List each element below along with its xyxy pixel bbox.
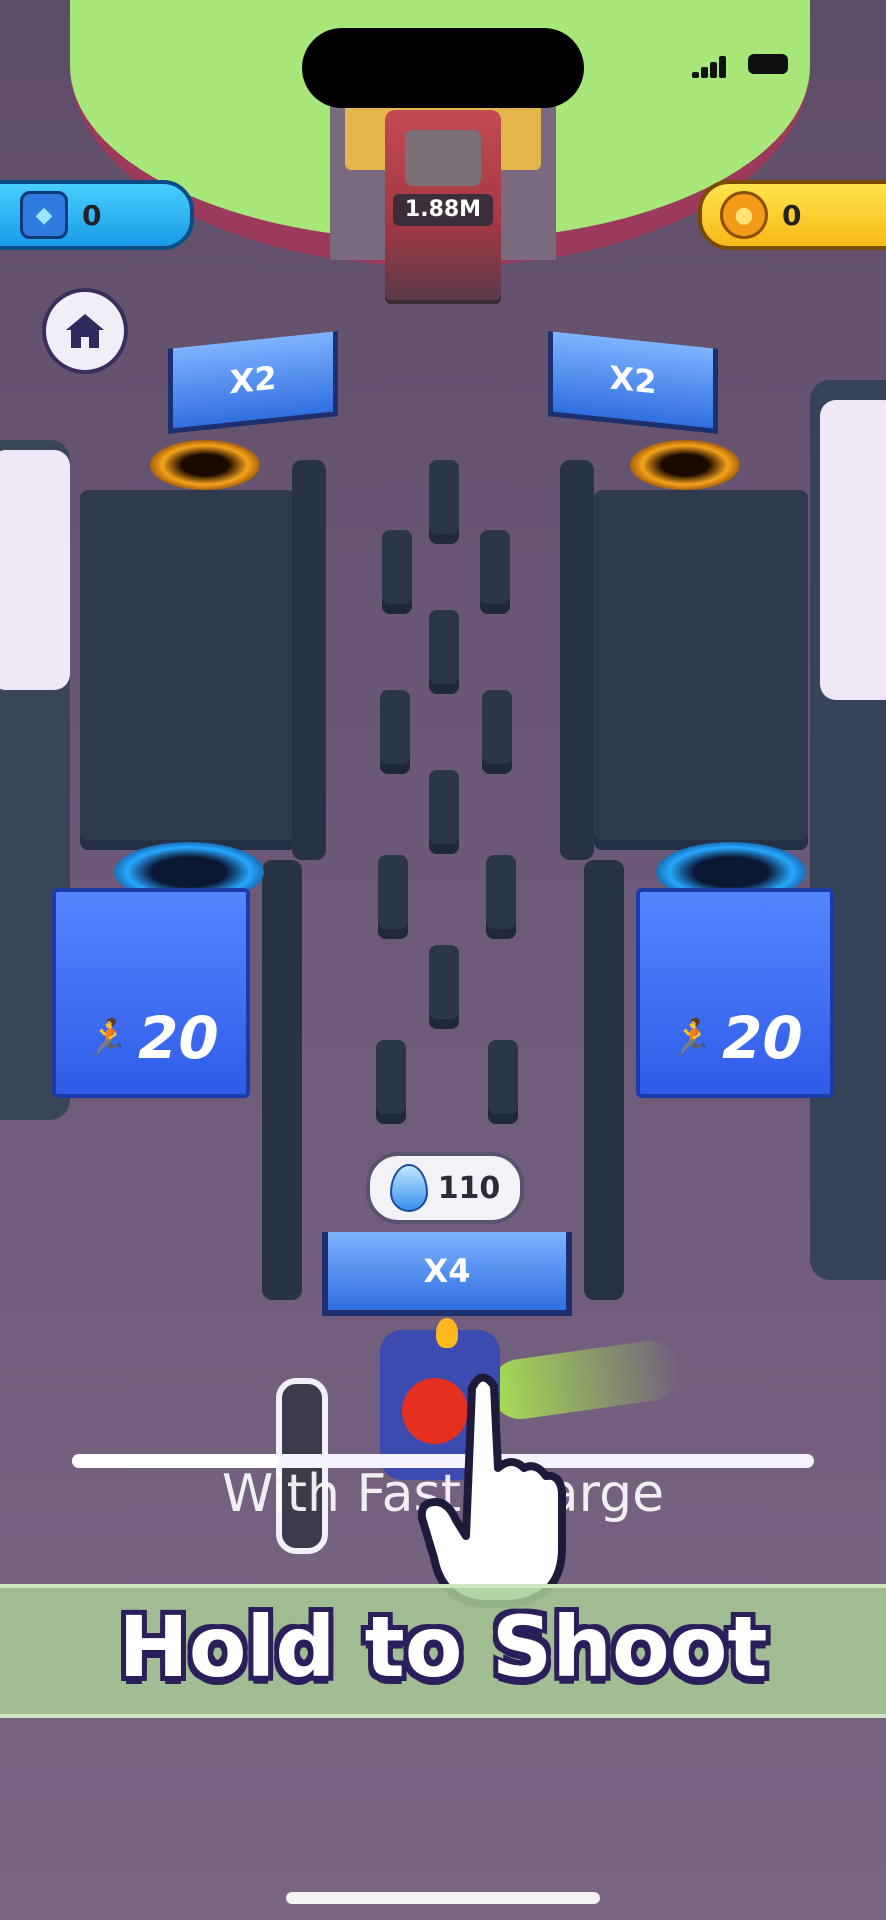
peg — [429, 770, 459, 854]
peg — [429, 460, 459, 544]
peg — [480, 530, 510, 614]
peg — [429, 610, 459, 694]
peg — [482, 690, 512, 774]
signal-icon — [692, 56, 726, 78]
people-icon: 🏃 — [83, 1018, 129, 1059]
coin-icon: ● — [720, 191, 768, 239]
gate-right: X2 — [548, 331, 718, 434]
tower-turret — [405, 130, 481, 186]
slab-left — [80, 490, 296, 850]
fire-portal-right — [630, 440, 740, 490]
cost-value: 110 — [437, 1170, 501, 1206]
peg — [380, 690, 410, 774]
peg — [378, 855, 408, 939]
coins-counter[interactable]: ● 0 — [698, 180, 886, 250]
tower-hp-label: 1.88M — [393, 194, 493, 226]
people-icon: 🏃 — [667, 1018, 713, 1059]
peg — [382, 530, 412, 614]
right-cliff-snow — [820, 400, 886, 700]
gems-value: 0 — [82, 198, 102, 232]
coins-value: 0 — [782, 198, 802, 232]
battery-icon — [748, 54, 788, 74]
gate-center: X4 — [322, 1232, 572, 1316]
peg — [488, 1040, 518, 1124]
wall-right-upper — [560, 460, 594, 860]
fuse-flame — [436, 1318, 458, 1348]
wall-left-lower — [262, 860, 302, 1300]
egg-icon — [389, 1164, 428, 1212]
hold-to-shoot-title: Hold to Shoot — [118, 1598, 768, 1696]
pointing-hand-icon — [417, 1373, 566, 1608]
fire-portal-left — [150, 440, 260, 490]
wall-left-upper — [292, 460, 326, 860]
gate-left: X2 — [168, 331, 338, 434]
device-notch — [302, 28, 584, 108]
gem-icon: ◆ — [20, 191, 68, 239]
crate-right-count: 20 — [722, 1004, 803, 1072]
home-button[interactable] — [42, 288, 128, 374]
crate-left: 🏃 20 — [52, 888, 250, 1098]
wall-right-lower — [584, 860, 624, 1300]
slab-right — [594, 490, 808, 850]
peg — [486, 855, 516, 939]
left-cliff-snow — [0, 450, 70, 690]
gems-counter[interactable]: ◆ 0 — [0, 180, 194, 250]
cost-bubble[interactable]: 110 — [366, 1152, 524, 1224]
home-icon — [66, 314, 104, 348]
crate-right: 🏃 20 — [636, 888, 834, 1098]
home-indicator[interactable] — [286, 1892, 600, 1904]
crate-left-count: 20 — [138, 1004, 219, 1072]
peg — [376, 1040, 406, 1124]
peg — [429, 945, 459, 1029]
game-stage[interactable]: 1.88M ◆ 0 ● 0 X2 X2 🏃 20 🏃 20 110 X4 Wit… — [0, 0, 886, 1920]
